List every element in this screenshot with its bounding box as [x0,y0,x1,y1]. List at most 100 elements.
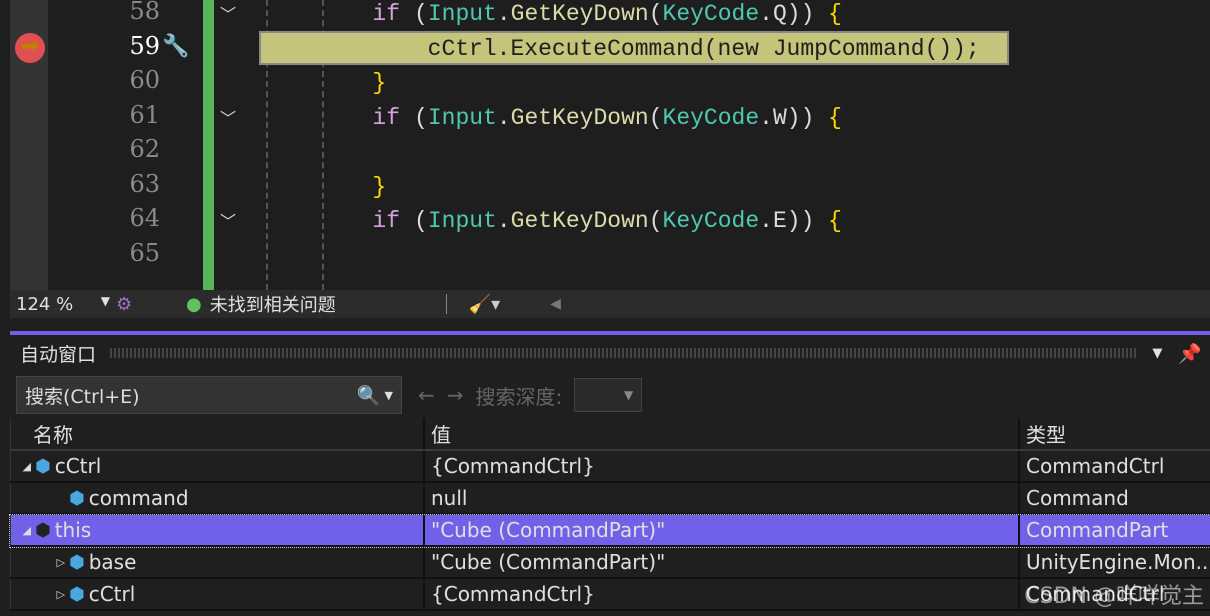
line-number: 61 [129,100,160,129]
column-header-value[interactable]: 值 [423,418,1018,449]
code-token: KeyCode [662,208,760,234]
type-cell: CommandCtrl [1018,451,1210,481]
code-token: ( [648,1,663,27]
object-icon: ⬢ [35,519,51,541]
line-number: 62 [129,135,160,163]
code-token: W [772,104,787,131]
name-cell: ◢ ⬢ this [10,515,423,545]
value-cell[interactable]: {CommandCtrl} [423,451,1018,481]
code-token: ( [648,208,663,234]
search-icon[interactable]: 🔍 [357,384,381,407]
search-input[interactable]: 搜索(Ctrl+E) 🔍 ▼ [16,376,402,414]
code-token: } [372,173,387,200]
code-line: cCtrl.ExecuteCommand(new JumpCommand()); [262,36,980,62]
line-number: 58 [129,0,160,25]
watermark: CSDN @咩咩觉主 [1024,584,1204,609]
code-token: { [814,208,842,234]
code-token: Input [427,1,497,27]
table-row[interactable]: ▷ ⬢ base "Cube (CommandPart)" UnityEngine.Mo… [10,547,1210,579]
drag-grip[interactable] [110,348,1139,358]
type-cell: Command [1018,483,1210,513]
code-token: JumpCommand [772,35,925,62]
search-depth-dropdown[interactable]: ▼ [574,378,643,412]
name-cell: ◢ ⬢ cCtrl [10,451,423,481]
line-number: 63 [129,169,160,198]
table-row[interactable]: ◢ ⬢ cCtrl {CommandCtrl} CommandCtrl [10,451,1210,483]
autos-window-header: 自动窗口 ▼ 📌 [10,338,1210,368]
code-token: GetKeyDown [510,1,649,27]
code-token: cCtrl. [427,35,511,62]
locked-field-icon: ⬢ [69,487,85,509]
name-cell: ▷ ⬢ base [10,547,423,577]
type-cell: UnityEngine.Mon... [1018,547,1210,577]
column-header-name[interactable]: 名称 [10,418,423,449]
code-line: if (Input.GetKeyDown(KeyCode.Q)) { [262,1,842,27]
expand-toggle-icon[interactable]: ▷ [17,556,69,569]
expand-toggle-icon[interactable]: ▷ [17,588,69,601]
code-token: . [759,1,773,27]
value-cell[interactable]: {CommandCtrl} [423,579,1018,609]
code-token: KeyCode [662,1,760,27]
code-token: ( [414,208,428,234]
code-token: if [372,208,401,234]
code-token: ()); [924,35,980,62]
code-token: ( [414,104,428,131]
refactor-icon[interactable]: ⚙ [116,294,176,315]
code-token: GetKeyDown [510,208,649,234]
type-cell: CommandPart [1018,515,1210,545]
forward-arrow-icon[interactable]: → [447,383,464,407]
code-cleanup-icon[interactable]: 🧹▾ [469,294,500,315]
code-token: { [814,1,842,27]
table-header: 名称 值 类型 [10,418,1210,451]
line-number: 64 [129,204,160,232]
scroll-left-icon[interactable]: ◀ [550,296,561,312]
code-token: GetKeyDown [510,104,649,131]
code-line: if (Input.GetKeyDown(KeyCode.W)) { [262,105,842,131]
code-editor[interactable]: ➡ 58 ﹀ if (Input.GetKeyDown(KeyCode.Q)) {5… [0,0,1210,290]
table-row[interactable]: ◢ ⬢ this "Cube (CommandPart)" CommandPart [9,514,1210,548]
table-row[interactable]: ⬢ command null Command [10,483,1210,515]
code-token: ( [703,35,718,62]
name-cell: ▷ ⬢ cCtrl [10,579,423,609]
back-arrow-icon[interactable]: ← [418,383,435,407]
search-options-dropdown[interactable]: ▼ [385,389,393,402]
expand-toggle-icon[interactable]: ◢ [17,460,35,473]
fold-chevron-icon[interactable]: ﹀ [220,208,236,232]
value-cell[interactable]: "Cube (CommandPart)" [423,515,1018,545]
line-number: 65 [129,238,160,267]
change-tracking-bar [203,0,214,290]
name-cell: ⬢ command [10,483,423,513]
line-number: 60 [129,66,160,94]
code-token: ( [414,1,428,27]
code-token: E [772,208,787,234]
locked-field-icon: ⬢ [35,455,51,477]
column-header-type[interactable]: 类型 [1018,418,1210,449]
editor-status-bar: 124 % ▼ ⚙ ● 未找到相关问题 🧹▾ ◀ [10,290,1210,318]
search-depth-label: 搜索深度: [475,384,563,409]
code-token: . [759,208,773,234]
value-cell[interactable]: null [423,483,1018,513]
code-token: . [496,104,511,131]
divider [445,294,447,314]
code-token: Q [772,1,787,27]
code-token: { [814,104,842,131]
object-icon: ⬢ [69,551,85,573]
value-cell[interactable]: "Cube (CommandPart)" [423,547,1018,577]
code-token: . [496,1,511,27]
window-menu-icon[interactable]: ▼ [1152,346,1162,361]
code-line: } [262,174,386,200]
panel-title: 自动窗口 [20,343,97,366]
fold-chevron-icon[interactable]: ﹀ [220,105,236,129]
code-line: if (Input.GetKeyDown(KeyCode.E)) { [262,208,842,234]
expand-toggle-icon[interactable]: ◢ [17,524,35,537]
pin-icon[interactable]: 📌 [1178,342,1202,365]
code-token: if [372,1,401,27]
code-token: if [372,104,401,131]
code-token: KeyCode [662,104,760,131]
fold-chevron-icon[interactable]: ﹀ [220,1,236,25]
quick-action-screwdriver-icon[interactable]: 🔧 [162,34,189,59]
zoom-dropdown[interactable]: 124 % ▼ [10,294,116,315]
code-token: new [717,35,773,62]
issues-status[interactable]: 未找到相关问题 [210,291,336,317]
line-number: 59 [129,31,160,60]
